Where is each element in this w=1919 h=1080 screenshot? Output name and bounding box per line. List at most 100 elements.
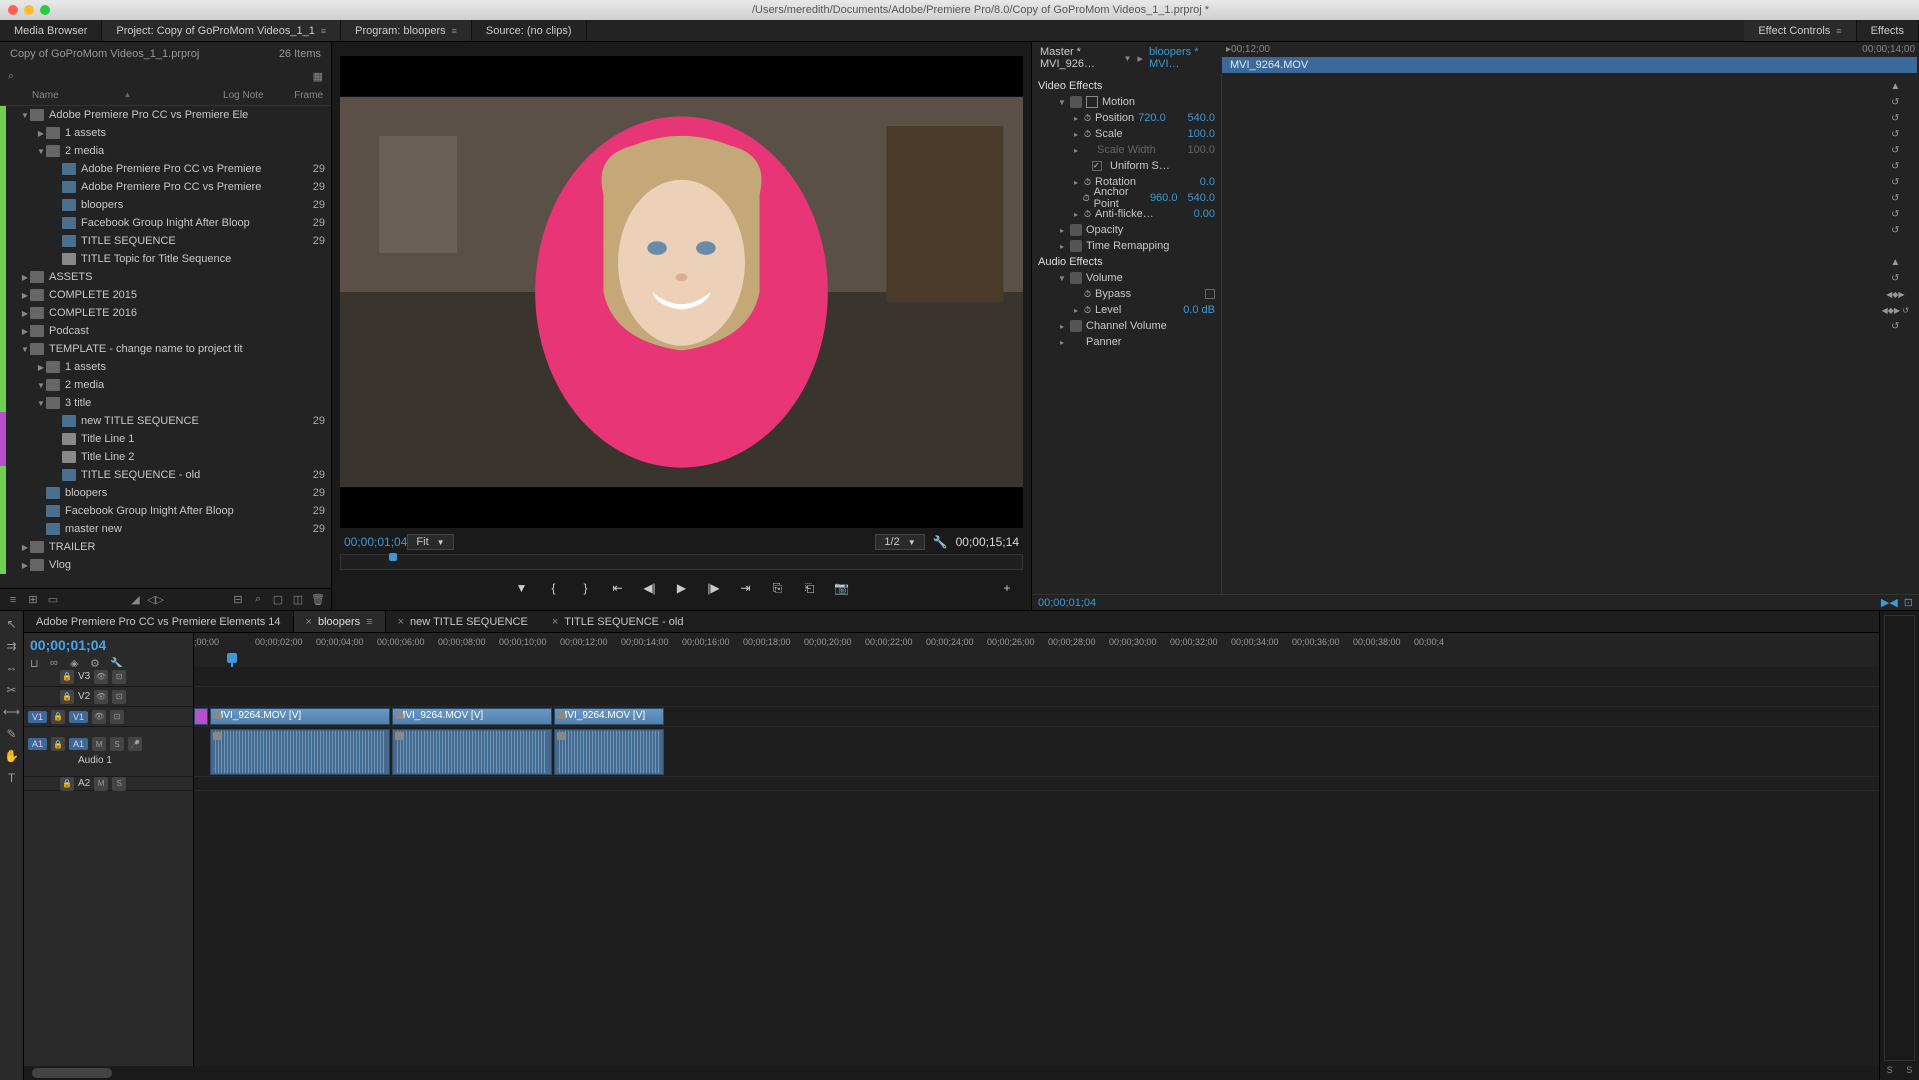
position-y[interactable]: 540.0 <box>1187 112 1221 124</box>
project-item[interactable]: ▶ASSETS <box>0 268 331 286</box>
bypass-checkbox[interactable] <box>1205 289 1215 299</box>
disclosure-icon[interactable]: ▸ <box>1072 306 1080 315</box>
new-item-icon[interactable]: ◫ <box>291 593 305 607</box>
solo-icon[interactable]: S <box>110 737 124 751</box>
tab-effects[interactable]: Effects <box>1857 20 1919 41</box>
reset-icon[interactable]: ↺ <box>1882 126 1909 142</box>
keyframe-nav-icon[interactable]: ◀◆▶ ↺ <box>1882 302 1909 318</box>
sequence-tab[interactable]: ×TITLE SEQUENCE - old <box>540 611 696 632</box>
collapse-icon[interactable]: ▲ <box>1882 254 1909 270</box>
disclosure-icon[interactable]: ▸ <box>1072 178 1080 187</box>
project-item[interactable]: ▶Vlog <box>0 556 331 574</box>
tab-source[interactable]: Source: (no clips) <box>472 20 587 41</box>
column-frame[interactable]: Frame <box>283 90 323 101</box>
source-patch[interactable]: V1 <box>28 711 47 723</box>
disclosure-icon[interactable]: ▸ <box>1072 210 1080 219</box>
fx-badge-icon[interactable] <box>1070 240 1082 252</box>
sequence-clip-label[interactable]: bloopers * MVI… <box>1149 46 1214 70</box>
stopwatch-icon[interactable]: ⏱ <box>1084 305 1091 316</box>
project-item[interactable]: TITLE SEQUENCE - old29 <box>0 466 331 484</box>
project-item[interactable]: ▼3 title <box>0 394 331 412</box>
reset-icon[interactable]: ↺ <box>1882 158 1909 174</box>
disclosure-icon[interactable]: ▸ <box>1072 114 1080 123</box>
clip[interactable] <box>194 708 208 725</box>
go-to-out-icon[interactable]: ⇥ <box>736 578 756 598</box>
eye-icon[interactable]: 👁 <box>94 690 108 704</box>
keyframe-area[interactable]: ▲ ↺ ↺ ↺ ↺ ↺ ↺ ↺ ↺ ↺ ▲ ↺ ◀◆▶ ◀◆▶ ↺ ↺ <box>1222 74 1919 594</box>
disclosure-icon[interactable]: ▸ <box>1058 226 1066 235</box>
project-item[interactable]: bloopers29 <box>0 484 331 502</box>
clip[interactable]: MVI_9264.MOV [V] <box>392 708 552 725</box>
disclosure-icon[interactable]: ▸ <box>1058 242 1066 251</box>
project-item[interactable]: ▶COMPLETE 2015 <box>0 286 331 304</box>
scale-value[interactable]: 100.0 <box>1187 128 1221 140</box>
lock-icon[interactable]: 🔒 <box>60 670 74 684</box>
scrollbar-thumb[interactable] <box>32 1068 112 1078</box>
fx-badge-icon[interactable] <box>1070 96 1082 108</box>
solo-icon[interactable]: S <box>112 777 126 791</box>
anchor-y[interactable]: 540.0 <box>1187 192 1221 204</box>
step-back-icon[interactable]: ◀| <box>640 578 660 598</box>
close-tab-icon[interactable]: × <box>306 616 312 628</box>
sync-lock-icon[interactable]: ⊡ <box>110 710 124 724</box>
project-item[interactable]: Facebook Group Inight After Bloop29 <box>0 214 331 232</box>
zoom-slider-icon[interactable]: ◢ <box>129 593 143 607</box>
timeline-scrollbar[interactable] <box>24 1066 1879 1080</box>
uniform-scale-checkbox[interactable] <box>1092 161 1102 171</box>
track-v1[interactable]: MVI_9264.MOV [V] MVI_9264.MOV [V] MVI_92… <box>194 707 1879 727</box>
selection-tool-icon[interactable]: ↖ <box>3 615 21 633</box>
hand-tool-icon[interactable]: ✋ <box>3 747 21 765</box>
box-icon[interactable] <box>1086 96 1098 108</box>
disclosure-icon[interactable]: ▼ <box>36 381 46 390</box>
track-header-a2[interactable]: 🔒A2MS <box>24 777 193 791</box>
audio-clip[interactable] <box>554 729 664 775</box>
audio-clip[interactable] <box>210 729 390 775</box>
label-color[interactable] <box>0 214 6 232</box>
project-item[interactable]: Title Line 1 <box>0 430 331 448</box>
disclosure-icon[interactable]: ▶ <box>20 291 30 300</box>
disclosure-icon[interactable]: ▶ <box>20 561 30 570</box>
label-color[interactable] <box>0 448 6 466</box>
close-tab-icon[interactable]: × <box>552 616 558 628</box>
label-color[interactable] <box>0 160 6 178</box>
tab-project[interactable]: Project: Copy of GoProMom Videos_1_1≡ <box>102 20 341 41</box>
label-color[interactable] <box>0 304 6 322</box>
sequence-tab[interactable]: Adobe Premiere Pro CC vs Premiere Elemen… <box>24 611 293 632</box>
label-color[interactable] <box>0 142 6 160</box>
mark-out-icon[interactable]: } <box>576 578 596 598</box>
disclosure-icon[interactable]: ▶ <box>20 309 30 318</box>
disclosure-icon[interactable]: ▶ <box>20 327 30 336</box>
track-a2[interactable] <box>194 777 1879 791</box>
reset-icon[interactable]: ↺ <box>1882 190 1909 206</box>
mute-icon[interactable]: M <box>94 777 108 791</box>
minimize-window-icon[interactable] <box>24 5 34 15</box>
video-viewport[interactable] <box>340 56 1023 528</box>
project-item[interactable]: Title Line 2 <box>0 448 331 466</box>
disclosure-icon[interactable]: ▸ <box>1058 322 1066 331</box>
type-tool-icon[interactable]: T <box>3 769 21 787</box>
disclosure-icon[interactable]: ▼ <box>20 111 30 120</box>
disclosure-icon[interactable]: ▸ <box>1072 130 1080 139</box>
close-window-icon[interactable] <box>8 5 18 15</box>
panel-menu-icon[interactable]: ≡ <box>321 26 326 36</box>
sort-icon[interactable]: ▲ <box>124 90 132 101</box>
reset-icon[interactable]: ↺ <box>1882 270 1909 286</box>
fx-badge-icon[interactable] <box>1070 272 1082 284</box>
column-name[interactable]: Name <box>8 90 124 101</box>
project-item[interactable]: TITLE Topic for Title Sequence <box>0 250 331 268</box>
lock-icon[interactable]: 🔒 <box>60 690 74 704</box>
ripple-edit-tool-icon[interactable]: ⇔ <box>3 659 21 677</box>
automate-icon[interactable]: ⊟ <box>231 593 245 607</box>
track-v2[interactable] <box>194 687 1879 707</box>
audio-meter[interactable]: S S <box>1879 611 1919 1080</box>
freeform-view-icon[interactable]: ▭ <box>46 593 60 607</box>
stopwatch-icon[interactable]: ⏱ <box>1083 193 1090 204</box>
project-tree[interactable]: ▼Adobe Premiere Pro CC vs Premiere Ele▶1… <box>0 106 331 588</box>
add-marker-icon[interactable]: ▼ <box>512 578 532 598</box>
project-item[interactable]: Adobe Premiere Pro CC vs Premiere29 <box>0 178 331 196</box>
clip[interactable]: MVI_9264.MOV [V] <box>554 708 664 725</box>
project-item[interactable]: ▶1 assets <box>0 358 331 376</box>
fx-badge-icon[interactable] <box>1070 320 1082 332</box>
eye-icon[interactable]: 👁 <box>94 670 108 684</box>
reset-icon[interactable]: ↺ <box>1882 206 1909 222</box>
